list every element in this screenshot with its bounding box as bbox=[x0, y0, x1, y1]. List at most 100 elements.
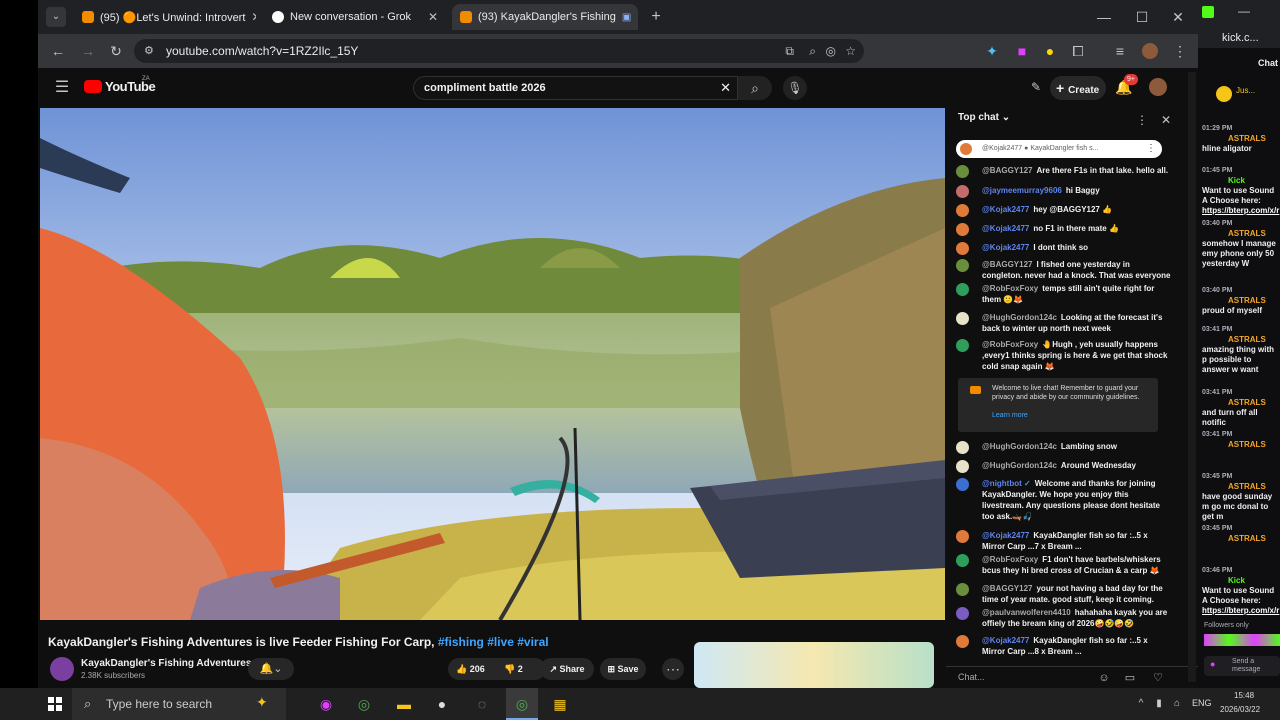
profile-avatar[interactable] bbox=[1142, 43, 1158, 59]
media-icon[interactable]: ≡ bbox=[1110, 41, 1130, 61]
share-button[interactable]: ↗ Share bbox=[540, 658, 594, 680]
clock-time[interactable]: 15:48 bbox=[1234, 691, 1254, 700]
chat-avatar[interactable] bbox=[956, 165, 969, 178]
kick-message[interactable]: 03:41 PM ASTRALS bbox=[1202, 430, 1280, 450]
kick-message[interactable]: 01:45 PM Kick Want to use Sound A Choose h… bbox=[1202, 166, 1280, 216]
kick-message[interactable]: 01:29 PM ASTRALS hline aligator bbox=[1202, 124, 1280, 154]
url-field[interactable]: ⚙ youtube.com/watch?v=1RZ2Ilc_15Y ⧉ ⌕ ◎ … bbox=[134, 39, 864, 63]
save-button[interactable]: ⊞ Save bbox=[600, 658, 646, 680]
chat-message[interactable]: @HughGordon124c Looking at the forecast i… bbox=[956, 312, 1171, 334]
kick-username[interactable]: ASTRALS bbox=[1202, 229, 1280, 239]
emoji-icon[interactable]: ☺ bbox=[1096, 668, 1112, 688]
super-chat-icon[interactable]: ▭ bbox=[1122, 668, 1138, 688]
microphone-icon[interactable]: 🎙 bbox=[783, 76, 807, 100]
pinned-message[interactable]: @Kojak2477 ● KayakDangler fish s... ⋮ bbox=[956, 140, 1162, 158]
tab-3[interactable]: (93) KayakDangler's Fishing ▣ ✕ bbox=[452, 4, 638, 30]
kick-minimize-icon[interactable]: — bbox=[1238, 4, 1250, 18]
windows-start-icon[interactable] bbox=[48, 697, 62, 711]
chat-avatar[interactable] bbox=[956, 283, 969, 296]
kick-username[interactable]: ASTRALS bbox=[1202, 335, 1280, 345]
kick-message[interactable]: 03:41 PM ASTRALS amazing thing with p poss… bbox=[1202, 325, 1280, 375]
app-icon[interactable]: ◌ bbox=[472, 694, 492, 714]
clock-date[interactable]: 2026/03/22 bbox=[1220, 705, 1260, 714]
chat-avatar[interactable] bbox=[956, 583, 969, 596]
extension-3-icon[interactable]: ● bbox=[1040, 41, 1060, 61]
like-button[interactable]: 👍 206 bbox=[456, 658, 485, 680]
close-icon[interactable]: ✕ bbox=[637, 10, 638, 24]
chat-message[interactable]: @BAGGY127 your not having a bad day for t… bbox=[956, 583, 1171, 605]
install-icon[interactable]: ⧉ bbox=[785, 39, 794, 63]
chat-message[interactable]: @Kojak2477 hey @BAGGY127 👍 bbox=[956, 204, 1171, 217]
chat-message[interactable]: @paulvanwolferen4410 hahahaha kayak you a… bbox=[956, 607, 1171, 629]
tab-1[interactable]: (95) 🟠Let's Unwind: Introvert ✕ bbox=[74, 4, 256, 30]
kick-link[interactable]: https://bterp.com/x/r bbox=[1202, 606, 1280, 616]
kick-username[interactable]: ASTRALS bbox=[1202, 398, 1280, 408]
chat-message[interactable]: @HughGordon124c Around Wednesday bbox=[956, 460, 1171, 473]
account-avatar[interactable] bbox=[1149, 78, 1167, 96]
tray-chevron-icon[interactable]: ^ bbox=[1134, 694, 1148, 714]
chat-author[interactable]: @paulvanwolferen4410 bbox=[982, 608, 1071, 617]
chat-avatar[interactable] bbox=[956, 607, 969, 620]
chat-avatar[interactable] bbox=[956, 635, 969, 648]
chat-message[interactable]: @nightbot ✓ Welcome and thanks for joinin… bbox=[956, 478, 1171, 522]
kick-link[interactable]: https://bterp.com/x/r bbox=[1202, 206, 1280, 216]
youtube-logo-icon[interactable] bbox=[84, 80, 102, 93]
taskbar-search[interactable]: ⌕ Type here to search ✦ bbox=[72, 688, 286, 720]
zoom-icon[interactable]: ⌕ bbox=[809, 39, 816, 63]
chat-author[interactable]: @RobFoxFoxy bbox=[982, 555, 1038, 564]
chat-author[interactable]: @Kojak2477 bbox=[982, 224, 1029, 233]
chat-message[interactable]: @Kojak2477 I dont think so bbox=[956, 242, 1171, 255]
microphone-tray-icon[interactable]: ▮ bbox=[1152, 694, 1166, 714]
channel-name[interactable]: KayakDangler's Fishing Adventures bbox=[81, 658, 251, 669]
kick-message[interactable]: 03:41 PM ASTRALS and turn off all notific bbox=[1202, 388, 1280, 428]
pinned-more-icon[interactable]: ⋮ bbox=[1146, 140, 1156, 158]
chat-avatar[interactable] bbox=[956, 441, 969, 454]
chat-author[interactable]: @Kojak2477 bbox=[982, 636, 1029, 645]
kick-username[interactable]: ASTRALS bbox=[1202, 296, 1280, 306]
chat-message[interactable]: @Kojak2477 KayakDangler fish so far :..5 … bbox=[956, 530, 1171, 552]
tab-2[interactable]: New conversation - Grok ✕ bbox=[264, 4, 446, 30]
chat-mode-dropdown[interactable]: Top chat ⌄ bbox=[958, 112, 1010, 123]
subscribe-bell-button[interactable]: 🔔⌄ bbox=[248, 658, 294, 680]
site-info-icon[interactable]: ⚙ bbox=[144, 39, 154, 63]
video-player[interactable] bbox=[40, 108, 945, 620]
chat-message[interactable]: @RobFoxFoxy 🤚Hugh , yeh usually happens ,… bbox=[956, 339, 1171, 372]
close-icon[interactable]: ✕ bbox=[251, 10, 256, 24]
eye-off-icon[interactable]: ◎ bbox=[826, 39, 836, 63]
game-app-icon[interactable]: ▦ bbox=[550, 694, 570, 714]
chat-author[interactable]: @HughGordon124c bbox=[982, 313, 1057, 322]
back-icon[interactable]: ← bbox=[48, 41, 68, 61]
chat-author[interactable]: @HughGordon124c bbox=[982, 461, 1057, 470]
channel-avatar[interactable] bbox=[50, 657, 74, 681]
kick-username[interactable]: ASTRALS bbox=[1202, 482, 1280, 492]
chat-avatar[interactable] bbox=[956, 530, 969, 543]
reload-icon[interactable]: ↻ bbox=[106, 41, 126, 61]
kick-username[interactable]: ASTRALS bbox=[1202, 534, 1280, 544]
kick-message[interactable]: 03:40 PM ASTRALS proud of myself bbox=[1202, 286, 1280, 316]
tab-search-icon[interactable]: ⌄ bbox=[46, 7, 66, 27]
kick-message[interactable]: 03:46 PM Kick Want to use Sound A Choose h… bbox=[1202, 566, 1280, 616]
forward-icon[interactable]: → bbox=[78, 41, 98, 61]
network-icon[interactable]: ⌂ bbox=[1170, 694, 1184, 714]
kick-message[interactable]: 03:40 PM ASTRALS somehow I manage emy phon… bbox=[1202, 219, 1280, 269]
chat-avatar[interactable] bbox=[956, 242, 969, 255]
kick-username[interactable]: Kick bbox=[1202, 576, 1280, 586]
chat-message[interactable]: @RobFoxFoxy temps still ain't quite right… bbox=[956, 283, 1171, 305]
search-icon[interactable]: ⌕ bbox=[738, 76, 772, 100]
more-actions-icon[interactable]: ⋯ bbox=[662, 658, 684, 680]
chat-avatar[interactable] bbox=[956, 312, 969, 325]
chat-author[interactable]: @jaymeemurray9606 bbox=[982, 186, 1062, 195]
chat-author[interactable]: @HughGordon124c bbox=[982, 442, 1057, 451]
kick-send-input[interactable]: ● Send a message bbox=[1204, 656, 1280, 676]
chat-avatar[interactable] bbox=[956, 185, 969, 198]
chat-message[interactable]: @BAGGY127 I fished one yesterday in congl… bbox=[956, 259, 1171, 281]
chat-avatar[interactable] bbox=[956, 204, 969, 217]
chat-author[interactable]: @Kojak2477 bbox=[982, 243, 1029, 252]
bookmark-star-icon[interactable]: ☆ bbox=[845, 39, 856, 63]
hamburger-menu-icon[interactable]: ☰ bbox=[52, 78, 72, 98]
chrome-active-taskbar-button[interactable]: ◎ bbox=[506, 688, 538, 720]
file-explorer-icon[interactable]: ▬ bbox=[394, 694, 414, 714]
chat-close-icon[interactable]: ✕ bbox=[1158, 110, 1174, 130]
copilot-icon[interactable]: ◉ bbox=[316, 694, 336, 714]
kick-username[interactable]: ASTRALS bbox=[1202, 134, 1280, 144]
